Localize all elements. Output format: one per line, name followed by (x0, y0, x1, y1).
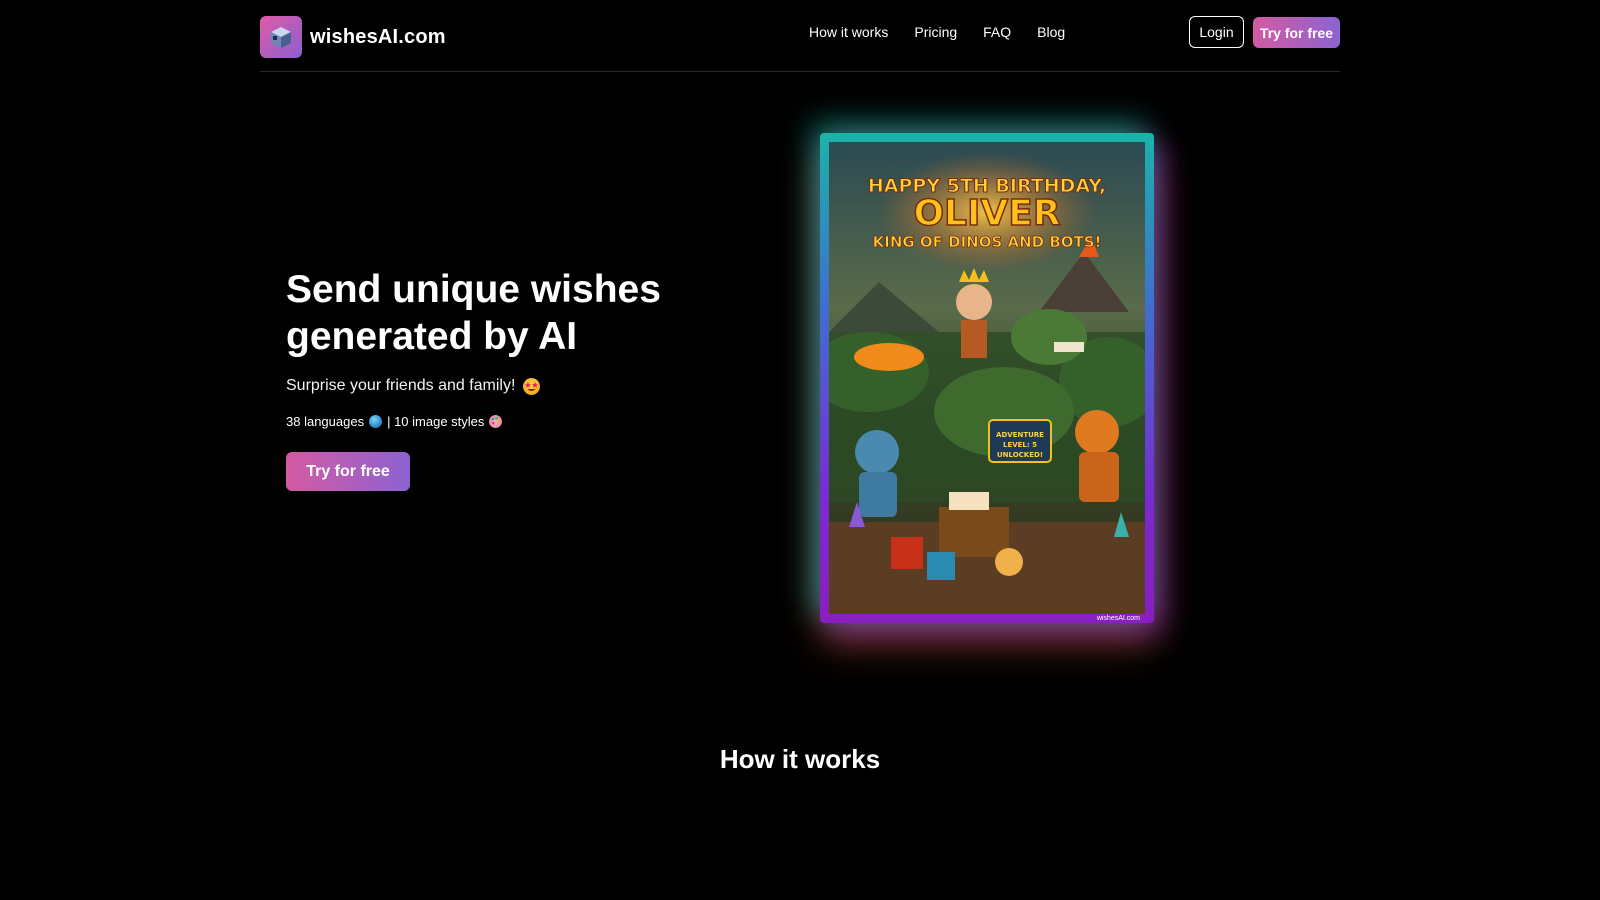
birthday-card-image: HAPPY 5TH BIRTHDAY, OLIVER KING OF DINOS… (829, 142, 1145, 614)
hero-try-button[interactable]: Try for free (286, 452, 410, 491)
logo-text: wishesAI.com (310, 25, 446, 48)
palette-emoji-icon (489, 415, 503, 428)
svg-text:LEVEL: 5: LEVEL: 5 (1003, 441, 1037, 449)
nav-how-it-works[interactable]: How it works (809, 24, 888, 40)
svg-text:ADVENTURE: ADVENTURE (996, 431, 1044, 439)
card-line3: KING OF DINOS AND BOTS! (873, 233, 1102, 251)
stats-languages: 38 languages (286, 414, 365, 429)
main-nav: How it works Pricing FAQ Blog (809, 24, 1091, 40)
svg-text:UNLOCKED!: UNLOCKED! (997, 451, 1043, 459)
hero-title: Send unique wishes generated by AI (286, 268, 661, 358)
globe-emoji-icon (369, 415, 383, 428)
login-button[interactable]: Login (1189, 16, 1244, 48)
nav-faq[interactable]: FAQ (983, 24, 1011, 40)
site-header: wishesAI.com How it works Pricing FAQ Bl… (260, 0, 1340, 72)
header-try-button[interactable]: Try for free (1253, 17, 1340, 48)
logo-link[interactable]: wishesAI.com (260, 16, 446, 58)
nav-pricing[interactable]: Pricing (914, 24, 957, 40)
hero-subtitle: Surprise your friends and family! (286, 377, 541, 395)
star-struck-emoji-icon (523, 377, 541, 395)
birthday-card-preview: HAPPY 5TH BIRTHDAY, OLIVER KING OF DINOS… (820, 133, 1154, 623)
card-line2: OLIVER (913, 193, 1060, 234)
cube-logo-icon (260, 16, 302, 58)
hero-subtitle-text: Surprise your friends and family! (286, 377, 516, 394)
stats-styles: | 10 image styles (387, 414, 485, 429)
how-it-works-heading: How it works (719, 744, 881, 774)
card-watermark: wishesAI.com (1096, 615, 1140, 622)
nav-blog[interactable]: Blog (1037, 24, 1065, 40)
hero-stats: 38 languages | 10 image styles (286, 414, 503, 429)
